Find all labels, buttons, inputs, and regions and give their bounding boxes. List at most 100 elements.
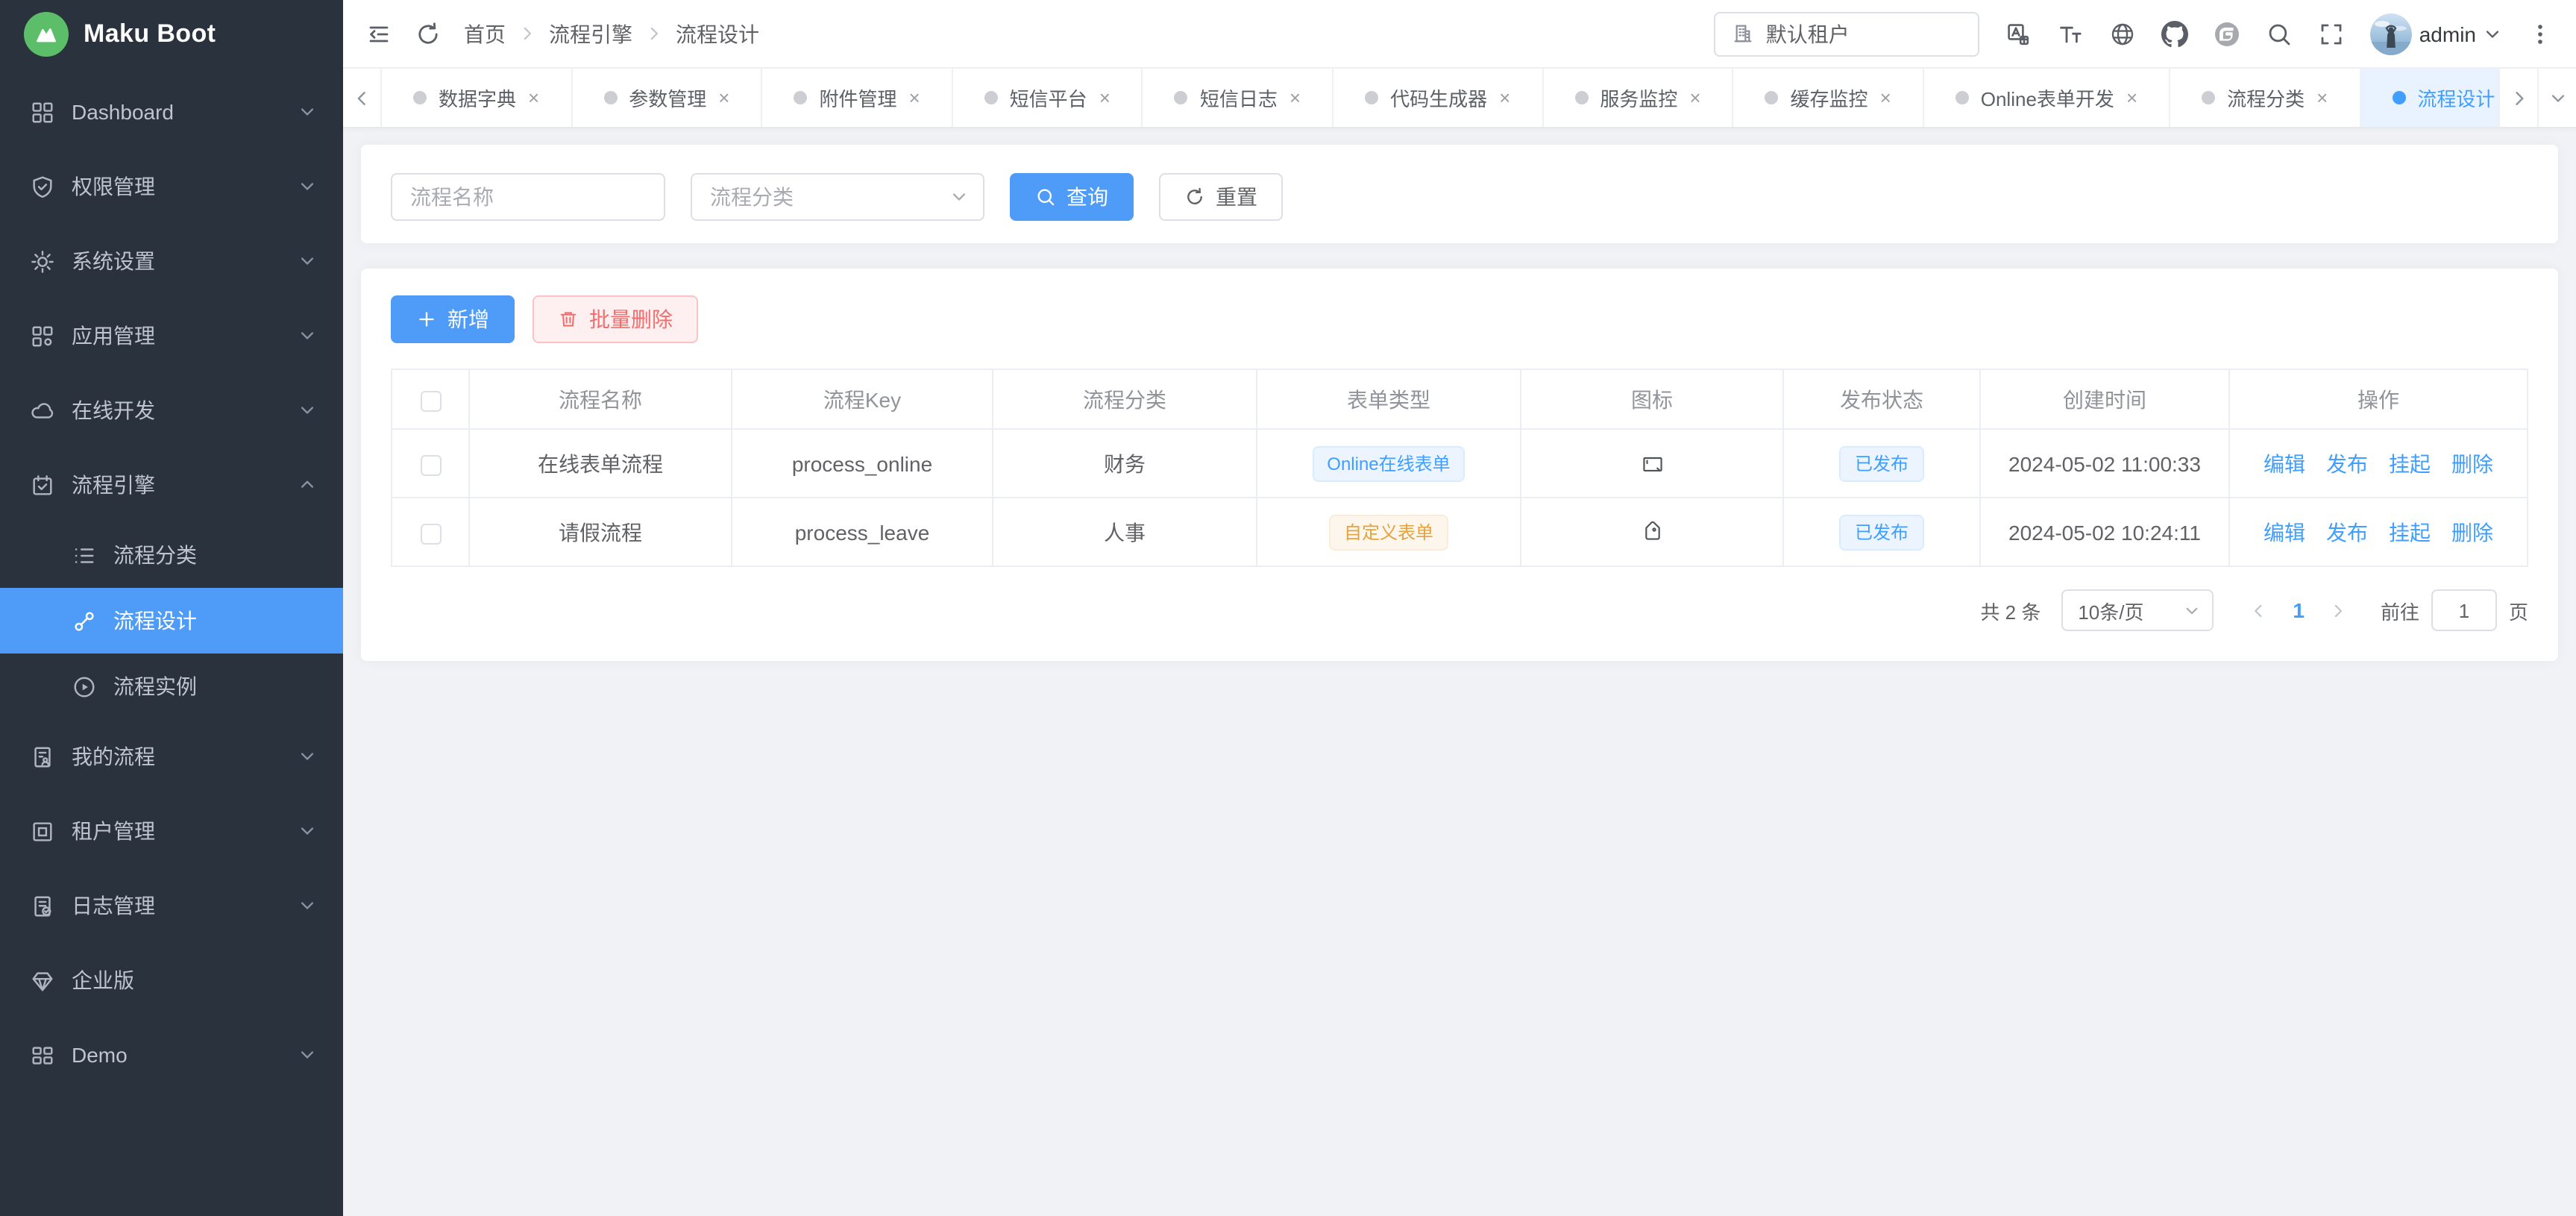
gitee-icon[interactable]	[2214, 20, 2240, 47]
sidebar-item-flow-design[interactable]: 流程设计	[0, 588, 343, 654]
close-icon[interactable]: ×	[2126, 88, 2137, 107]
close-icon[interactable]: ×	[528, 88, 539, 107]
close-icon[interactable]: ×	[908, 88, 920, 107]
tenant-select[interactable]: 默认租户	[1714, 11, 1979, 56]
form-type-tag: Online在线表单	[1312, 445, 1465, 481]
breadcrumb-flow-engine[interactable]: 流程引擎	[549, 19, 632, 48]
add-button-label: 新增	[447, 304, 489, 334]
sidebar-item-my-flows[interactable]: 我的流程	[0, 719, 343, 794]
select-all-checkbox[interactable]	[420, 390, 441, 411]
tab-dot	[1765, 91, 1779, 104]
sidebar-item-dashboard[interactable]: Dashboard	[0, 75, 343, 149]
page-content: 流程分类 查询 重置 新增	[343, 128, 2576, 1216]
page-size-select[interactable]: 10条/页	[2061, 589, 2214, 631]
tab-service-monitor[interactable]: 服务监控 ×	[1543, 69, 1733, 127]
reset-button[interactable]: 重置	[1159, 173, 1283, 221]
batch-delete-button[interactable]: 批量删除	[533, 295, 698, 343]
sidebar-collapse-icon[interactable]	[365, 20, 392, 47]
tab-sms-platform[interactable]: 短信平台×	[953, 69, 1143, 127]
tab-dot	[1175, 91, 1188, 104]
sidebar-item-permissions[interactable]: 权限管理	[0, 149, 343, 224]
translate-icon[interactable]	[2005, 20, 2032, 47]
top-bar: 首页 流程引擎 流程设计 默认租户	[343, 0, 2576, 69]
publish-link[interactable]: 发布	[2326, 520, 2368, 544]
tab-data-dictionary[interactable]: 数据字典×	[382, 69, 572, 127]
search-icon[interactable]	[2266, 20, 2293, 47]
tab-sms-log[interactable]: 短信日志×	[1143, 69, 1333, 127]
close-icon[interactable]: ×	[2316, 88, 2328, 107]
globe-icon[interactable]	[2109, 20, 2136, 47]
search-button-label: 查询	[1066, 182, 1108, 212]
sidebar-item-flow-category[interactable]: 流程分类	[0, 522, 343, 588]
form-type-tag: 自定义表单	[1329, 514, 1448, 550]
tab-online-form-dev[interactable]: Online表单开发×	[1924, 69, 2170, 127]
sidebar-item-log-management[interactable]: 日志管理	[0, 868, 343, 943]
gear-icon	[30, 248, 55, 274]
kebab-menu-icon[interactable]	[2527, 20, 2554, 47]
close-icon[interactable]: ×	[1499, 88, 1510, 107]
tab-flow-category[interactable]: 流程分类×	[2170, 69, 2360, 127]
tab-code-generator[interactable]: 代码生成器 ×	[1333, 69, 1543, 127]
apps-icon	[30, 323, 55, 348]
delete-link[interactable]: 删除	[2451, 520, 2493, 544]
flow-name-input[interactable]	[391, 173, 665, 221]
sidebar-item-online-dev[interactable]: 在线开发	[0, 373, 343, 448]
tab-label: 服务监控	[1600, 84, 1677, 112]
search-button[interactable]: 查询	[1010, 173, 1134, 221]
sidebar-item-flow-instance[interactable]: 流程实例	[0, 654, 343, 719]
tab-parameter-management[interactable]: 参数管理×	[572, 69, 762, 127]
sidebar-item-system-settings[interactable]: 系统设置	[0, 224, 343, 298]
font-size-icon[interactable]	[2057, 20, 2084, 47]
delete-link[interactable]: 删除	[2451, 451, 2493, 475]
refresh-icon[interactable]	[415, 20, 442, 47]
fullscreen-icon[interactable]	[2318, 20, 2345, 47]
sidebar-item-flow-engine[interactable]: 流程引擎	[0, 448, 343, 522]
close-icon[interactable]: ×	[718, 88, 729, 107]
chevron-down-icon	[2184, 602, 2200, 618]
tab-dot	[2392, 91, 2405, 104]
column-header: 流程分类	[993, 369, 1257, 429]
sidebar-item-tenant-management[interactable]: 租户管理	[0, 794, 343, 868]
github-icon[interactable]	[2161, 20, 2188, 47]
close-icon[interactable]: ×	[1289, 88, 1301, 107]
user-menu[interactable]: admin	[2370, 13, 2501, 54]
sidebar-item-label: 我的流程	[72, 742, 282, 771]
close-icon[interactable]: ×	[1880, 88, 1891, 107]
tab-attachment-management[interactable]: 附件管理×	[762, 69, 952, 127]
list-icon	[72, 542, 97, 568]
refresh-icon	[1184, 187, 1205, 207]
add-button[interactable]: 新增	[391, 295, 515, 343]
close-icon[interactable]: ×	[1099, 88, 1110, 107]
breadcrumb-home[interactable]: 首页	[464, 19, 506, 48]
publish-link[interactable]: 发布	[2326, 451, 2368, 475]
chevron-down-icon	[298, 401, 316, 419]
app-logo[interactable]: Maku Boot	[0, 0, 343, 69]
tabs-scroll-right[interactable]	[2498, 69, 2537, 127]
tabs-scroll-left[interactable]	[343, 69, 382, 127]
trash-icon	[558, 309, 579, 330]
flow-category-select[interactable]: 流程分类	[691, 173, 984, 221]
cell-flow-category: 人事	[993, 498, 1257, 566]
suspend-link[interactable]: 挂起	[2389, 520, 2431, 544]
goto-page-input[interactable]	[2431, 589, 2497, 631]
pagination: 共 2 条 10条/页 1 前往 页	[391, 589, 2528, 631]
close-icon[interactable]: ×	[1689, 88, 1700, 107]
tab-bar: 数据字典× 参数管理× 附件管理× 短信平台× 短信日志× 代码生成器 × 服务监…	[343, 69, 2576, 128]
tab-flow-design[interactable]: 流程设计×	[2360, 69, 2498, 127]
next-page-button[interactable]	[2321, 589, 2357, 631]
tab-label: 代码生成器	[1390, 84, 1487, 112]
row-checkbox[interactable]	[420, 454, 441, 475]
edit-link[interactable]: 编辑	[2264, 520, 2305, 544]
suspend-link[interactable]: 挂起	[2389, 451, 2431, 475]
edit-link[interactable]: 编辑	[2264, 451, 2305, 475]
sidebar-item-demo[interactable]: Demo	[0, 1018, 343, 1092]
tabs-dropdown[interactable]	[2537, 69, 2576, 127]
tab-cache-monitor[interactable]: 缓存监控×	[1734, 69, 1924, 127]
row-checkbox[interactable]	[420, 523, 441, 544]
column-header: 表单类型	[1257, 369, 1521, 429]
sidebar-item-app-management[interactable]: 应用管理	[0, 298, 343, 373]
chevron-down-icon	[298, 252, 316, 270]
prev-page-button[interactable]	[2240, 589, 2276, 631]
sidebar-item-enterprise[interactable]: 企业版	[0, 943, 343, 1018]
page-number[interactable]: 1	[2282, 598, 2315, 622]
